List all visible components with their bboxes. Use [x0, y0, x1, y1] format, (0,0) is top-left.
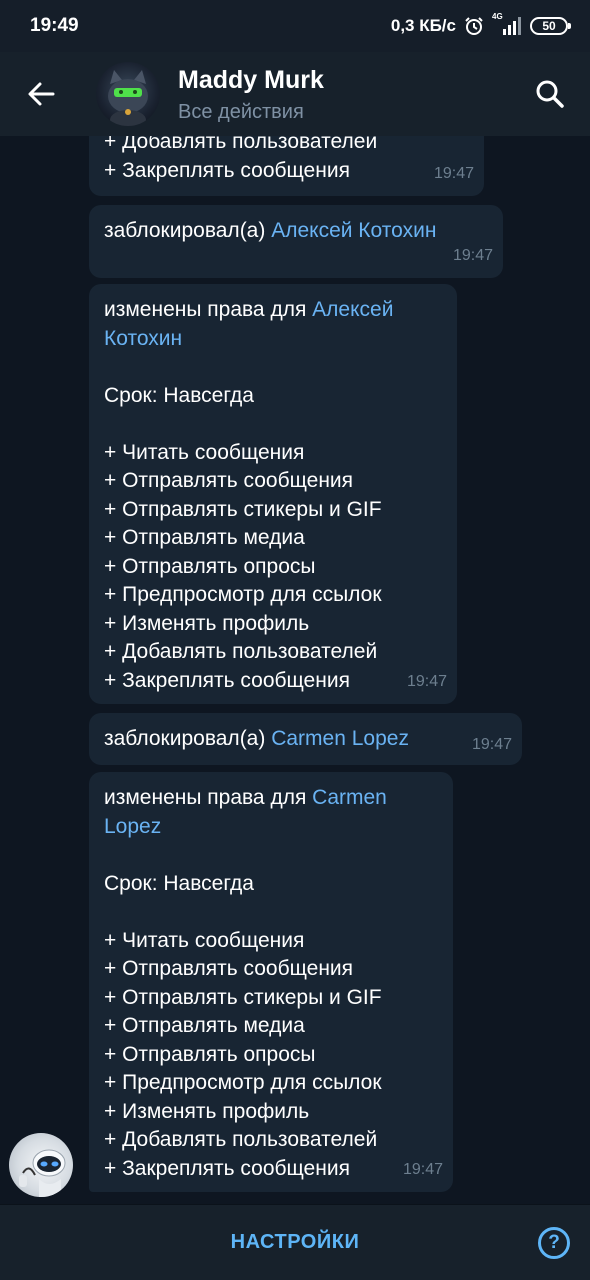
message-line: + Закреплять сообщения — [104, 158, 350, 182]
cat-avatar-icon — [108, 70, 148, 126]
search-button[interactable] — [510, 52, 590, 136]
search-icon — [536, 80, 564, 108]
user-link[interactable]: Алексей Котохин — [271, 219, 436, 242]
user-link[interactable]: Carmen — [312, 786, 387, 809]
right-item: + Отправлять сообщения — [104, 957, 354, 980]
right-item: + Предпросмотр для ссылок — [104, 583, 382, 606]
message-bubble[interactable]: заблокировал(а) Алексей Котохин 19:47 — [89, 205, 503, 278]
message-time: 19:47 — [402, 1160, 443, 1178]
message-bubble[interactable]: заблокировал(а) Carmen Lopez 19:47 — [89, 713, 522, 765]
message-line: + Добавлять пользователей — [104, 136, 378, 153]
chat-title: Maddy Murk — [178, 66, 324, 94]
chat-avatar[interactable] — [96, 62, 160, 126]
right-item: + Закреплять сообщения — [104, 668, 350, 692]
right-item: + Читать сообщения — [104, 440, 305, 464]
battery-icon: 50 — [530, 17, 571, 35]
message-bubble[interactable]: + Добавлять пользователей + Закреплять с… — [89, 136, 484, 196]
back-button[interactable] — [0, 52, 82, 136]
term-text: Срок: Навсегда — [104, 871, 254, 895]
help-icon[interactable]: ? — [538, 1227, 570, 1259]
right-item: + Отправлять стикеры и GIF — [104, 497, 382, 521]
right-item: + Отправлять опросы — [104, 1042, 316, 1066]
bottom-bar: НАСТРОЙКИ ? — [0, 1204, 590, 1280]
chat-subtitle: Все действия — [178, 101, 304, 123]
message-text: заблокировал(а) Carmen Lopez — [104, 725, 507, 754]
right-item: + Отправлять медиа — [104, 526, 305, 549]
right-item: + Отправлять опросы — [104, 554, 316, 578]
alarm-icon — [465, 17, 483, 35]
user-link[interactable]: Котохин — [104, 325, 442, 354]
status-indicators: 0,3 КБ/с 4G 50 — [390, 12, 571, 36]
robot-avatar-icon — [19, 1149, 66, 1197]
sender-avatar[interactable] — [9, 1133, 73, 1197]
message-list[interactable]: + Добавлять пользователей + Закреплять с… — [0, 136, 590, 1204]
message-time: 19:47 — [452, 246, 493, 264]
right-item: + Добавлять пользователей — [104, 1128, 378, 1151]
right-item: + Отправлять сообщения — [104, 469, 354, 492]
right-item: + Отправлять медиа — [104, 1014, 305, 1037]
right-item: + Предпросмотр для ссылок — [104, 1071, 382, 1094]
message-action: изменены права для — [104, 786, 313, 809]
settings-button[interactable]: НАСТРОЙКИ — [231, 1231, 360, 1254]
message-time: 19:47 — [471, 735, 512, 753]
signal-group: 4G — [492, 12, 522, 36]
right-item: + Добавлять пользователей — [104, 640, 378, 663]
message-text: заблокировал(а) Алексей Котохин — [104, 217, 488, 246]
status-time: 19:49 — [30, 15, 79, 36]
user-link[interactable]: Carmen Lopez — [271, 727, 409, 750]
right-item: + Изменять профиль — [104, 1099, 310, 1123]
arrow-left-icon — [28, 82, 55, 106]
message-action: заблокировал(а) — [104, 219, 272, 242]
user-link[interactable]: Lopez — [104, 813, 438, 842]
message-text: изменены права для Carmen — [104, 784, 438, 813]
network-type: 4G — [492, 12, 503, 21]
message-time: 19:47 — [406, 672, 447, 690]
user-link[interactable]: Алексей — [312, 298, 393, 321]
right-item: + Закреплять сообщения — [104, 1156, 350, 1180]
message-text: изменены права для Алексей — [104, 296, 442, 325]
right-item: + Читать сообщения — [104, 928, 305, 952]
network-speed: 0,3 КБ/с — [390, 16, 456, 35]
message-bubble[interactable]: изменены права для Алексей Котохин Срок:… — [89, 284, 457, 704]
status-bar: 19:49 0,3 КБ/с 4G 50 — [0, 0, 590, 52]
message-action: заблокировал(а) — [104, 727, 272, 750]
right-item: + Изменять профиль — [104, 611, 310, 635]
message-bubble[interactable]: изменены права для Carmen Lopez Срок: На… — [89, 772, 453, 1192]
term-text: Срок: Навсегда — [104, 383, 254, 407]
message-time: 19:47 — [433, 164, 474, 182]
chat-titles[interactable]: Maddy Murk Все действия — [178, 64, 510, 124]
message-action: изменены права для — [104, 298, 313, 321]
right-item: + Отправлять стикеры и GIF — [104, 985, 382, 1009]
chat-header: Maddy Murk Все действия — [0, 52, 590, 136]
